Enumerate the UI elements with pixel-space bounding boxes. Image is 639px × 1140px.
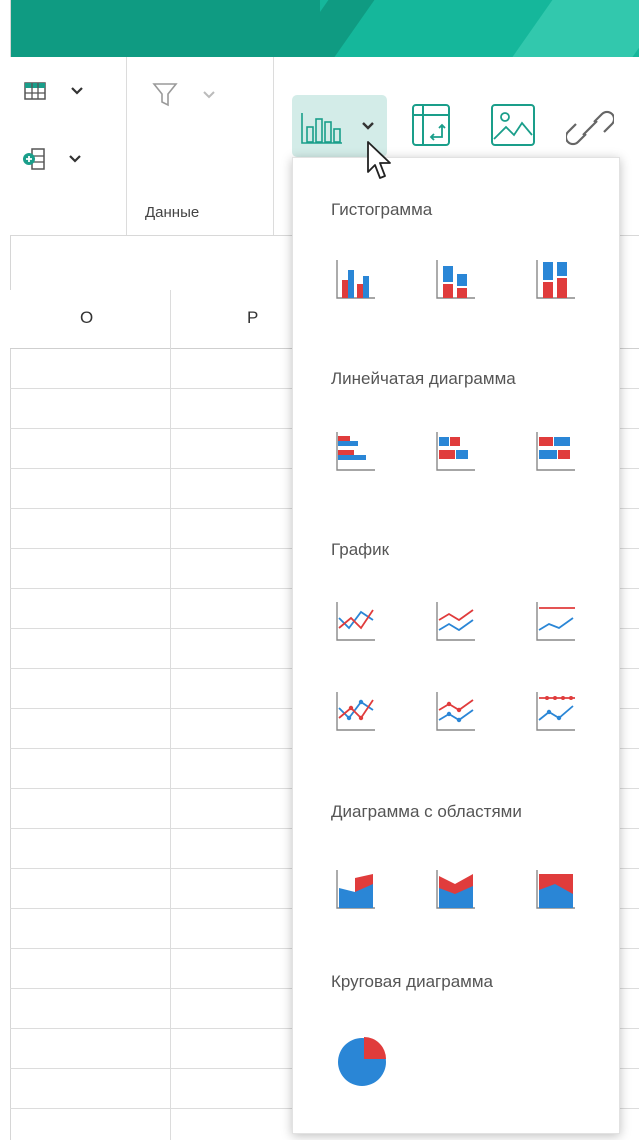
line-icon[interactable] — [333, 598, 379, 644]
section-title-column: Гистограмма — [331, 200, 433, 219]
line-markers-icon[interactable] — [333, 688, 379, 734]
line-stacked-icon[interactable] — [433, 598, 479, 644]
insert-cells-button[interactable] — [22, 147, 82, 171]
title-bar — [10, 0, 639, 57]
filter-button[interactable] — [152, 81, 216, 109]
bar-clustered-icon[interactable] — [333, 428, 379, 474]
section-title-line: График — [331, 540, 390, 559]
pie-icon[interactable] — [337, 1036, 387, 1086]
mouse-cursor-icon — [367, 141, 391, 179]
column-header-O[interactable]: O — [80, 308, 93, 328]
chevron-down-icon — [362, 122, 374, 130]
filter-icon — [152, 83, 178, 107]
table-icon — [24, 82, 46, 100]
line-stacked-100-icon[interactable] — [533, 598, 579, 644]
chart-icon — [301, 113, 342, 144]
insert-table-button[interactable] — [24, 81, 84, 101]
section-title-bar: Линейчатая диаграмма — [331, 369, 516, 388]
column-stacked-icon[interactable] — [433, 256, 479, 302]
section-title-area: Диаграмма с областями — [331, 802, 522, 821]
area-stacked-icon[interactable] — [433, 866, 479, 912]
chevron-down-icon — [203, 91, 215, 99]
pivot-table-icon[interactable] — [411, 103, 453, 149]
chart-type-dropdown: Гистограмма Линейчатая диаграмма График — [292, 157, 620, 1134]
bar-stacked-100-icon[interactable] — [533, 428, 579, 474]
column-stacked-100-icon[interactable] — [533, 256, 579, 302]
image-icon[interactable] — [490, 103, 536, 149]
column-header-P[interactable]: P — [247, 308, 258, 328]
chevron-down-icon — [71, 87, 83, 95]
link-icon[interactable] — [566, 104, 614, 152]
insert-cells-icon — [23, 148, 45, 170]
chevron-down-icon — [69, 155, 81, 163]
line-stacked-100-markers-icon[interactable] — [533, 688, 579, 734]
area-icon[interactable] — [333, 866, 379, 912]
bar-stacked-icon[interactable] — [433, 428, 479, 474]
area-stacked-100-icon[interactable] — [533, 866, 579, 912]
group-label-data: Данные — [145, 204, 200, 221]
line-stacked-markers-icon[interactable] — [433, 688, 479, 734]
column-clustered-icon[interactable] — [333, 256, 379, 302]
section-title-pie: Круговая диаграмма — [331, 972, 493, 991]
